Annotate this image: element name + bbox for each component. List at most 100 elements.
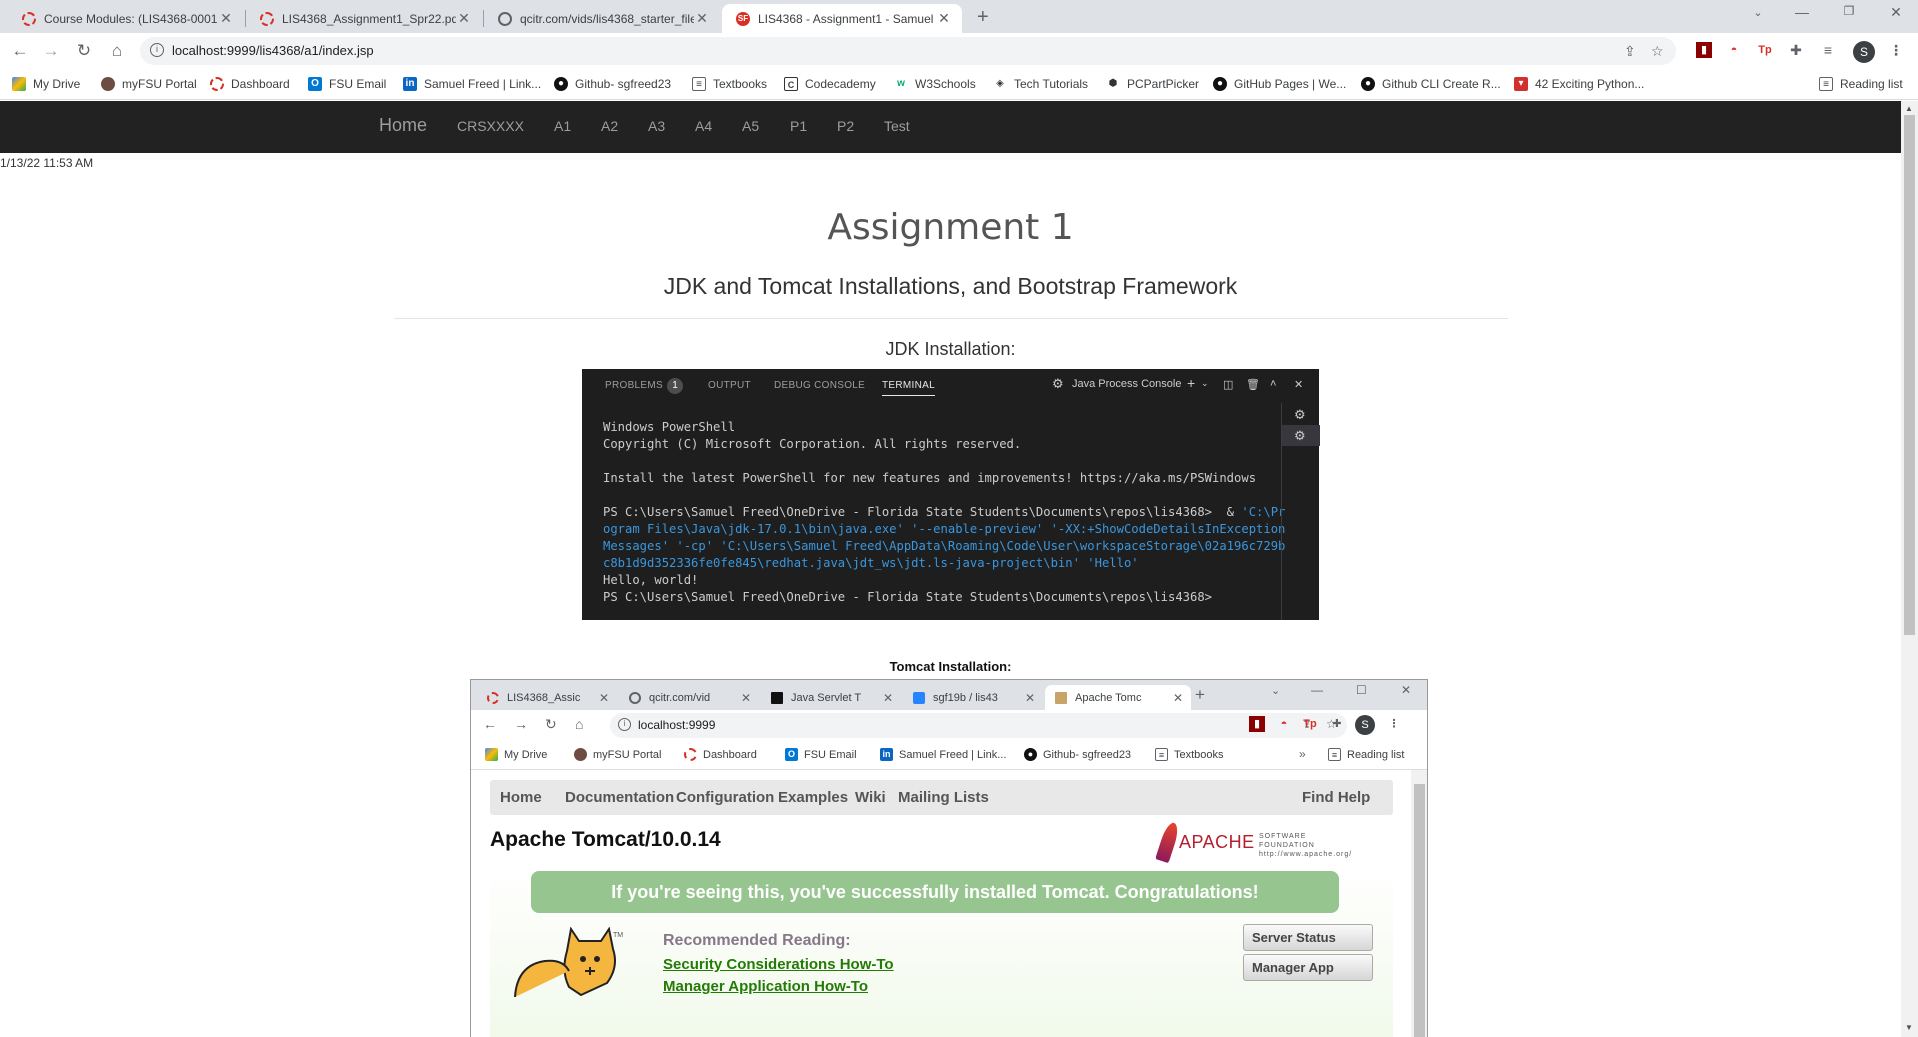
maximize-icon: ☐ <box>1356 683 1367 697</box>
bookmark-label: PCPartPicker <box>1127 77 1200 91</box>
nav-link-a1[interactable]: A1 <box>554 118 571 134</box>
kebab-menu-icon[interactable]: ⋮ <box>1888 42 1904 58</box>
profile-avatar[interactable]: S <box>1853 41 1875 63</box>
bookmark-item[interactable]: myFSU Portal <box>101 77 197 91</box>
scroll-up-icon[interactable]: ▲ <box>1905 104 1913 113</box>
globe-icon <box>498 11 512 26</box>
terminal-line: Messages' '-cp' 'C:\Users\Samuel Freed\A… <box>603 539 1286 553</box>
security-howto-link: Security Considerations How-To <box>663 956 894 973</box>
page-scrollbar[interactable]: ▲ ▼ <box>1901 101 1918 1037</box>
reading-list-button[interactable]: ≡ Reading list <box>1819 77 1903 91</box>
console-label[interactable]: Java Process Console <box>1072 378 1181 390</box>
address-bar[interactable]: i localhost:9999/lis4368/a1/index.jsp ⇪ … <box>140 37 1676 65</box>
tab-output[interactable]: OUTPUT <box>708 380 751 391</box>
extension-tp-icon[interactable]: Tp <box>1757 42 1773 58</box>
browser-tab[interactable]: LIS4368_Assignment1_Spr22.pdf ✕ <box>246 4 482 33</box>
reload-icon[interactable]: ↻ <box>73 41 95 61</box>
close-icon: ✕ <box>882 690 893 705</box>
minimize-icon[interactable]: — <box>1782 4 1822 20</box>
bookmark-item[interactable]: ⬢ PCPartPicker <box>1106 77 1199 91</box>
tomcat-nav-documentation: Documentation <box>565 789 675 806</box>
bookmark-item[interactable]: ● GitHub Pages | We... <box>1213 77 1346 91</box>
add-terminal-icon[interactable]: + <box>1187 375 1195 391</box>
nav-home-link[interactable]: Home <box>379 115 427 136</box>
nav-link-a2[interactable]: A2 <box>601 118 618 134</box>
reading-list-icon: ≡ <box>1328 748 1341 761</box>
bitbucket-icon <box>913 691 925 704</box>
trash-icon[interactable]: 🗑 <box>1246 378 1260 391</box>
nav-link-p2[interactable]: P2 <box>837 118 854 134</box>
github-icon: ● <box>1213 77 1227 91</box>
canvas-icon <box>684 748 697 761</box>
nav-link-test[interactable]: Test <box>884 118 910 134</box>
nav-link-a4[interactable]: A4 <box>695 118 712 134</box>
reading-queue-icon[interactable]: ≡ <box>1820 42 1836 58</box>
close-icon[interactable]: ✕ <box>694 10 710 27</box>
bookmark-item[interactable]: ≡ Textbooks <box>692 77 767 91</box>
back-icon[interactable]: ← <box>9 41 31 61</box>
tab-debug-console[interactable]: DEBUG CONSOLE <box>774 380 865 391</box>
chevron-down-icon[interactable]: ⌄ <box>1201 378 1209 389</box>
new-tab-icon[interactable]: + <box>977 6 989 29</box>
scroll-down-icon[interactable]: ▼ <box>1905 1023 1913 1032</box>
close-icon[interactable]: ✕ <box>456 10 472 27</box>
nav-link-crsxxxx[interactable]: CRSXXXX <box>457 118 524 134</box>
close-icon[interactable]: ✕ <box>936 10 952 27</box>
kebab-menu-icon: ⋮ <box>1388 718 1400 730</box>
nav-link-p1[interactable]: P1 <box>790 118 807 134</box>
share-icon[interactable]: ⇪ <box>1624 43 1636 60</box>
tomcat-success-banner: If you're seeing this, you've successful… <box>531 871 1339 913</box>
bookmark-item[interactable]: in Samuel Freed | Link... <box>403 77 541 91</box>
close-icon: ✕ <box>598 690 609 705</box>
extension-red-icon: ▮ <box>1249 716 1265 732</box>
bookmark-item[interactable]: ▾ 42 Exciting Python... <box>1514 77 1644 91</box>
extension-ublock-icon[interactable]: ◓ <box>1726 42 1742 58</box>
extensions-puzzle-icon: ✚ <box>1332 718 1342 730</box>
tomcat-cat-logo-icon: TM <box>514 927 623 997</box>
browser-tab-active[interactable]: SF LIS4368 - Assignment1 - Samuel ✕ <box>722 4 962 33</box>
chevron-up-icon[interactable]: ˄ <box>1270 378 1276 390</box>
tomcat-nav: Home Documentation Configuration Example… <box>490 780 1393 815</box>
debug-bug-icon[interactable]: ⚙ <box>1294 428 1306 444</box>
bookmark-item[interactable]: C Codecademy <box>784 77 876 91</box>
extensions-puzzle-icon[interactable]: ✚ <box>1788 42 1804 58</box>
tab-terminal[interactable]: TERMINAL <box>882 380 935 396</box>
apache-sub: SOFTWARE FOUNDATION http://www.apache.org… <box>1259 832 1361 859</box>
tab-search-icon[interactable]: ⌄ <box>1738 6 1778 19</box>
close-window-icon[interactable]: ✕ <box>1876 4 1916 21</box>
page-scrollbar-thumb[interactable] <box>1904 115 1915 635</box>
close-icon[interactable]: ✕ <box>218 10 234 27</box>
bookmark-item[interactable]: My Drive <box>12 77 80 91</box>
bookmark-item[interactable]: ● Github CLI Create R... <box>1361 77 1501 91</box>
tab-problems[interactable]: PROBLEMS <box>605 380 663 391</box>
bookmark-item[interactable]: ● Github- sgfreed23 <box>554 77 671 91</box>
reading-list-button: ≡ Reading list <box>1328 748 1404 761</box>
terminal-icon <box>771 691 783 704</box>
bookmark-label: W3Schools <box>915 77 976 91</box>
nav-link-a5[interactable]: A5 <box>742 118 759 134</box>
home-icon[interactable]: ⌂ <box>106 41 128 61</box>
apache-logo: APACHE SOFTWARE FOUNDATION http://www.apa… <box>1155 820 1361 864</box>
github-icon: ● <box>1024 748 1037 761</box>
bookmark-item[interactable]: Dashboard <box>210 77 290 91</box>
close-panel-icon[interactable]: ✕ <box>1294 378 1303 391</box>
nav-link-a3[interactable]: A3 <box>648 118 665 134</box>
bookmark-label: Textbooks <box>713 77 768 91</box>
bookmark-item[interactable]: ◈ Tech Tutorials <box>993 77 1088 91</box>
browser-tab[interactable]: Course Modules: (LIS4368-0001.s ✕ <box>8 4 244 33</box>
forward-icon[interactable]: → <box>40 41 62 61</box>
debug-bug-icon[interactable]: ⚙ <box>1294 407 1306 423</box>
bookmark-item[interactable]: w W3Schools <box>894 77 976 91</box>
screenshot-tab-title: qcitr.com/vid <box>649 691 711 704</box>
w3schools-icon: w <box>897 78 905 89</box>
bookmark-item[interactable]: O FSU Email <box>308 77 386 91</box>
restore-icon[interactable]: ❐ <box>1829 4 1869 18</box>
linkedin-icon: in <box>403 77 417 91</box>
browser-tab[interactable]: qcitr.com/vids/lis4368_starter_file ✕ <box>484 4 720 33</box>
bookmark-label: Github- sgfreed23 <box>1043 748 1132 761</box>
split-terminal-icon[interactable]: ◫ <box>1223 378 1233 391</box>
bookmark-star-icon[interactable]: ☆ <box>1651 43 1664 60</box>
site-info-icon[interactable]: i <box>150 43 164 57</box>
extension-red-icon[interactable]: ▮ <box>1696 42 1712 58</box>
bookmark-label: Github CLI Create R... <box>1382 77 1501 91</box>
